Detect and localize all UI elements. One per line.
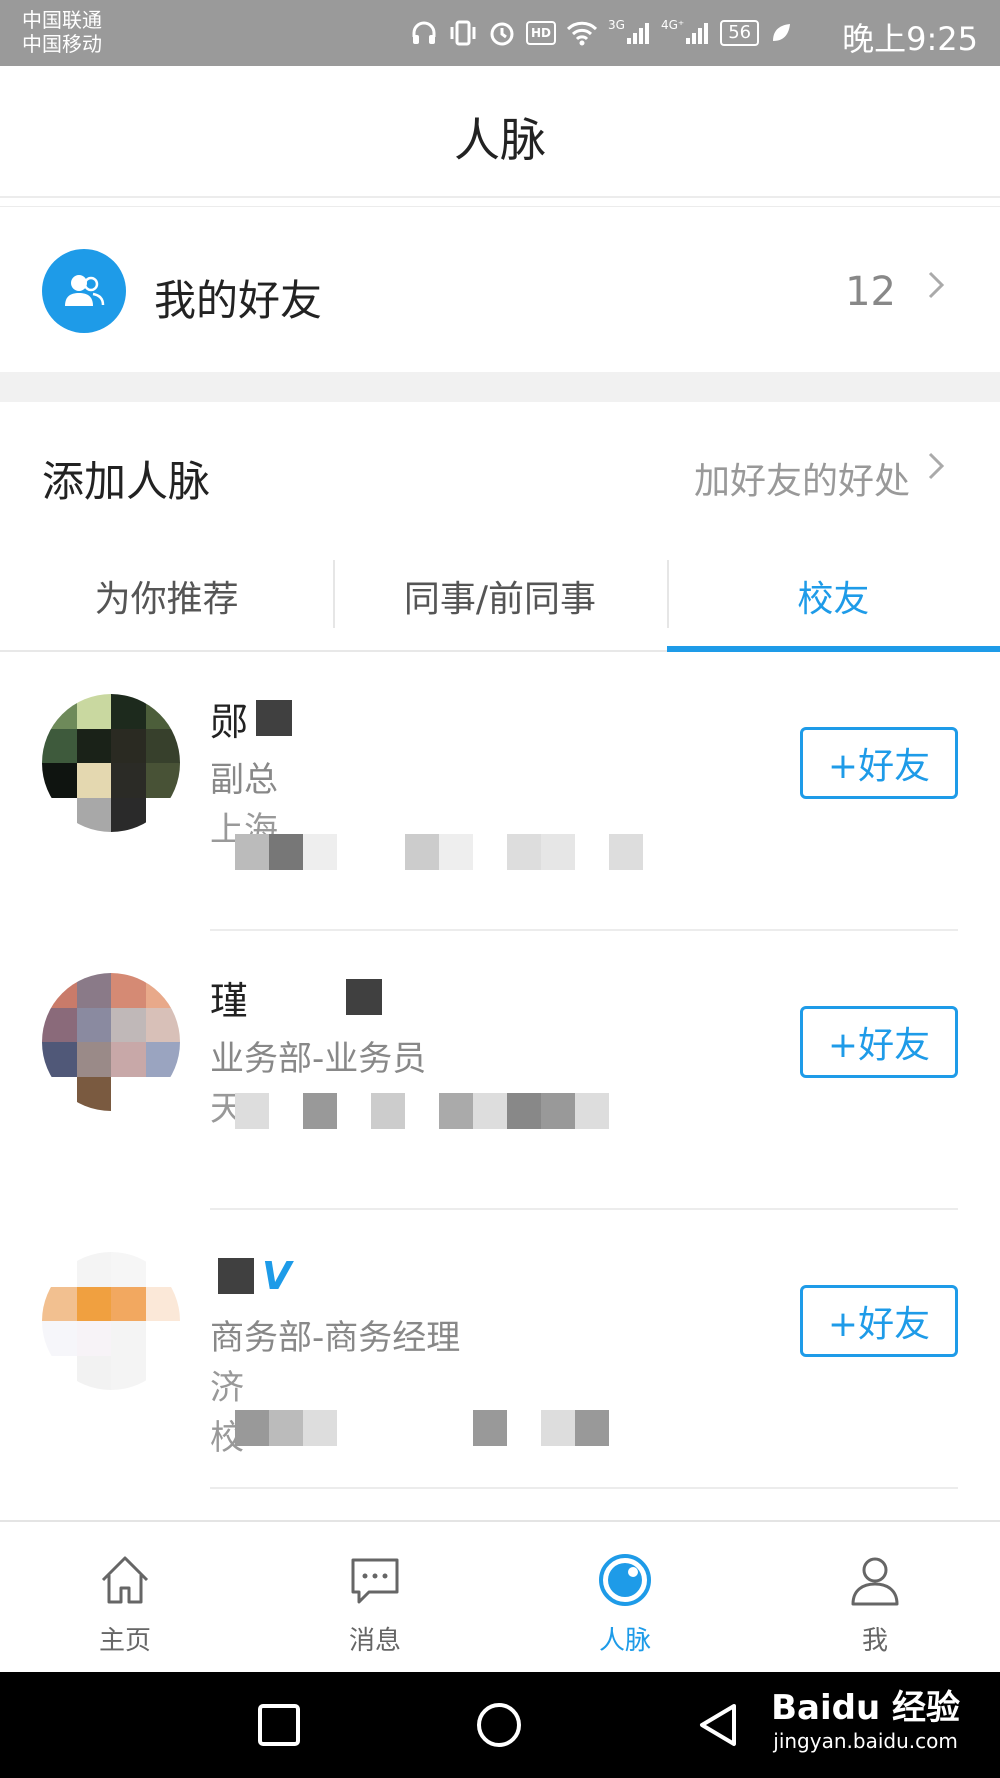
nav-connections-label: 人脉 — [598, 1626, 651, 1656]
status-icons: HD 3G 4G⁺ 56 — [410, 16, 793, 50]
section-gap — [0, 372, 1000, 402]
add-connections-row: 添加人脉 加好友的好处 — [0, 402, 1000, 542]
vibrate-icon — [448, 18, 478, 48]
headphones-icon — [410, 18, 438, 48]
avatar[interactable] — [42, 694, 180, 832]
redaction-block — [256, 700, 293, 736]
person-role: 商务部-商务经理 — [210, 1318, 461, 1358]
redaction-mosaic — [235, 834, 643, 870]
system-nav-bar: Baidu 经验 jingyan.baidu.com — [0, 1672, 1000, 1778]
people-list: 郧 副总 上海 +好友 瑾 业务部-业务员 天 +好友 V 商务部-商务经理 济… — [0, 652, 1000, 1489]
add-friend-button[interactable]: +好友 — [800, 1006, 958, 1078]
my-friends-label: 我的好友 — [154, 276, 323, 325]
divider — [210, 1487, 958, 1489]
nav-home[interactable]: 主页 — [0, 1522, 250, 1672]
redaction-block — [218, 1258, 254, 1294]
wifi-icon — [566, 18, 598, 48]
redaction-block — [346, 979, 383, 1015]
bottom-nav: 主页 消息 人脉 我 — [0, 1520, 1000, 1672]
carrier-2: 中国移动 — [22, 32, 102, 56]
carrier-1: 中国联通 — [22, 8, 102, 32]
nav-me[interactable]: 我 — [750, 1522, 1000, 1672]
signal-4g-icon: 4G⁺ — [661, 18, 710, 48]
nav-connections[interactable]: 人脉 — [500, 1522, 750, 1672]
nav-home-label: 主页 — [98, 1626, 151, 1656]
hd-icon: HD — [526, 21, 557, 45]
add-friend-button[interactable]: +好友 — [800, 1285, 958, 1357]
verified-badge-icon: V — [262, 1254, 292, 1298]
add-friend-button[interactable]: +好友 — [800, 727, 958, 799]
nav-messages-label: 消息 — [348, 1626, 401, 1656]
status-bar: 中国联通 中国移动 HD 3G 4G⁺ 56 晚上9:25 — [0, 0, 1000, 66]
redaction-mosaic — [235, 1410, 643, 1446]
watermark: Baidu 经验 jingyan.baidu.com — [771, 1680, 960, 1753]
person-name-text: 郧 — [210, 699, 249, 744]
net-4g-label: 4G⁺ — [660, 18, 685, 32]
page-title: 人脉 — [454, 113, 546, 167]
add-connections-label: 添加人脉 — [42, 457, 211, 506]
connections-icon — [599, 1554, 651, 1606]
recent-apps-icon[interactable] — [254, 1700, 304, 1750]
alarm-icon — [488, 18, 516, 48]
net-3g-label: 3G — [608, 18, 625, 32]
title-bar: 人脉 — [0, 66, 1000, 198]
clock: 晚上9:25 — [842, 20, 978, 58]
my-friends-row[interactable]: 我的好友 12 — [0, 206, 1000, 372]
profile-icon — [851, 1557, 899, 1606]
friend-benefits-link[interactable]: 加好友的好处 — [694, 452, 910, 504]
list-item[interactable]: 瑾 业务部-业务员 天 +好友 — [0, 931, 1000, 1210]
friends-count: 12 — [845, 269, 896, 315]
nav-me-label: 我 — [861, 1626, 888, 1656]
person-name: 瑾 — [210, 973, 383, 1023]
home-icon — [101, 1556, 149, 1604]
person-role: 业务部-业务员 — [210, 1039, 427, 1079]
signal-3g-icon: 3G — [608, 18, 651, 48]
chevron-right-icon — [926, 265, 948, 315]
battery-indicator: 56 — [720, 20, 760, 46]
person-role: 副总 — [210, 760, 278, 800]
nav-messages[interactable]: 消息 — [250, 1522, 500, 1672]
tab-recommended[interactable]: 为你推荐 — [0, 542, 333, 650]
home-button-icon[interactable] — [474, 1700, 524, 1750]
connection-tabs: 为你推荐 同事/前同事 校友 — [0, 542, 1000, 652]
person-name-text: 瑾 — [210, 978, 249, 1023]
tab-alumni[interactable]: 校友 — [666, 542, 1000, 652]
person-name: V — [210, 1252, 291, 1300]
person-company: 济 — [210, 1368, 244, 1404]
redaction-mosaic — [235, 1093, 643, 1129]
person-school: 校 — [210, 1418, 244, 1458]
avatar[interactable] — [42, 1252, 180, 1390]
watermark-url: jingyan.baidu.com — [773, 1729, 958, 1753]
person-name: 郧 — [210, 694, 293, 744]
carrier-info: 中国联通 中国移动 — [22, 8, 102, 56]
list-item[interactable]: 郧 副总 上海 +好友 — [0, 652, 1000, 931]
leaf-icon — [769, 18, 793, 48]
tab-colleagues[interactable]: 同事/前同事 — [333, 542, 666, 650]
chevron-right-icon[interactable] — [926, 446, 948, 496]
list-item[interactable]: V 商务部-商务经理 济 校 +好友 — [0, 1210, 1000, 1489]
friends-icon — [42, 249, 126, 333]
back-button-icon[interactable] — [694, 1700, 744, 1750]
message-icon — [351, 1558, 399, 1604]
avatar[interactable] — [42, 973, 180, 1111]
watermark-logo: Baidu 经验 — [771, 1688, 960, 1728]
